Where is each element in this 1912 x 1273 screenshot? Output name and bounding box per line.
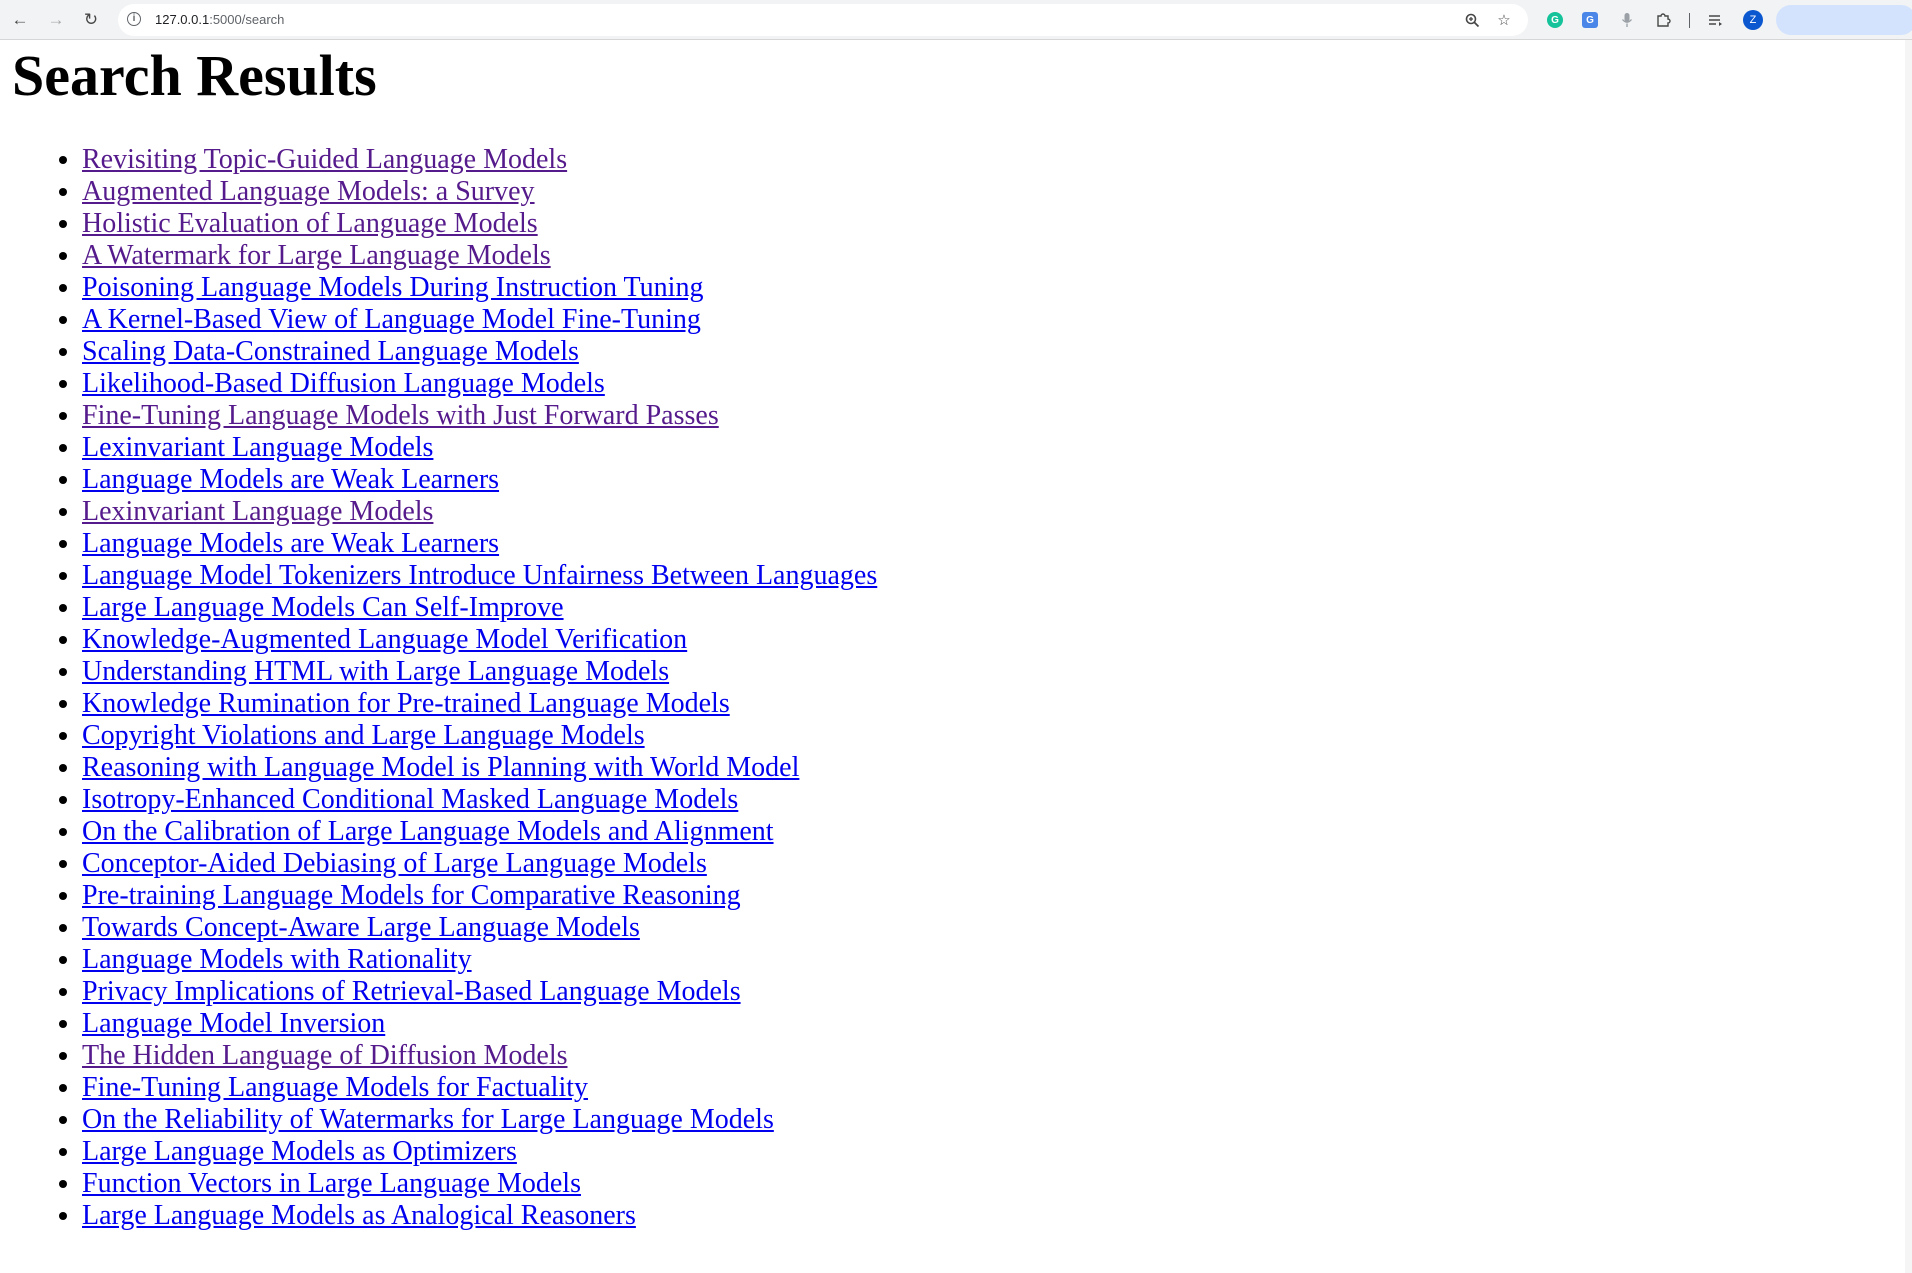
puzzle-icon[interactable] <box>1652 9 1674 31</box>
avatar[interactable]: Z <box>1743 10 1763 30</box>
arrow-right-icon: → <box>47 9 65 29</box>
result-link[interactable]: Knowledge-Augmented Language Model Verif… <box>82 624 687 655</box>
list-item: Reasoning with Language Model is Plannin… <box>82 752 877 784</box>
result-link[interactable]: Fine-Tuning Language Models with Just Fo… <box>82 400 719 431</box>
results-list: Revisiting Topic-Guided Language ModelsA… <box>0 144 877 1232</box>
result-link[interactable]: Knowledge Rumination for Pre-trained Lan… <box>82 688 730 719</box>
result-link[interactable]: Understanding HTML with Large Language M… <box>82 656 669 687</box>
list-item: Towards Concept-Aware Large Language Mod… <box>82 912 877 944</box>
page-title: Search Results <box>12 43 377 108</box>
result-link[interactable]: The Hidden Language of Diffusion Models <box>82 1040 568 1071</box>
list-item: A Kernel-Based View of Language Model Fi… <box>82 304 877 336</box>
profile-pill[interactable] <box>1776 5 1912 35</box>
list-item: Lexinvariant Language Models <box>82 496 877 528</box>
back-button[interactable]: ← <box>7 6 33 32</box>
list-item: Understanding HTML with Large Language M… <box>82 656 877 688</box>
list-item: Isotropy-Enhanced Conditional Masked Lan… <box>82 784 877 816</box>
reload-button[interactable]: ↻ <box>78 6 104 32</box>
list-item: Knowledge Rumination for Pre-trained Lan… <box>82 688 877 720</box>
result-link[interactable]: Function Vectors in Large Language Model… <box>82 1168 581 1199</box>
list-item: Fine-Tuning Language Models for Factuali… <box>82 1072 877 1104</box>
list-item: Large Language Models as Optimizers <box>82 1136 877 1168</box>
list-item: A Watermark for Large Language Models <box>82 240 877 272</box>
list-item: Holistic Evaluation of Language Models <box>82 208 877 240</box>
toolbar-divider <box>1689 13 1690 28</box>
result-link[interactable]: Towards Concept-Aware Large Language Mod… <box>82 912 640 943</box>
list-item: Copyright Violations and Large Language … <box>82 720 877 752</box>
result-link[interactable]: Likelihood-Based Diffusion Language Mode… <box>82 368 605 399</box>
list-item: The Hidden Language of Diffusion Models <box>82 1040 877 1072</box>
list-item: Poisoning Language Models During Instruc… <box>82 272 877 304</box>
result-link[interactable]: Large Language Models as Optimizers <box>82 1136 517 1167</box>
result-link[interactable]: Lexinvariant Language Models <box>82 432 433 463</box>
list-item: Language Model Tokenizers Introduce Unfa… <box>82 560 877 592</box>
microphone-icon[interactable] <box>1616 9 1638 31</box>
list-item: Conceptor-Aided Debiasing of Large Langu… <box>82 848 877 880</box>
result-link[interactable]: Lexinvariant Language Models <box>82 496 433 527</box>
result-link[interactable]: Language Models are Weak Learners <box>82 528 499 559</box>
list-item: Privacy Implications of Retrieval-Based … <box>82 976 877 1008</box>
url-host: 127.0.0.1 <box>155 12 210 27</box>
list-item: Lexinvariant Language Models <box>82 432 877 464</box>
result-link[interactable]: Isotropy-Enhanced Conditional Masked Lan… <box>82 784 738 815</box>
list-item: Revisiting Topic-Guided Language Models <box>82 144 877 176</box>
list-item: Language Models are Weak Learners <box>82 464 877 496</box>
result-link[interactable]: Fine-Tuning Language Models for Factuali… <box>82 1072 588 1103</box>
list-item: Language Model Inversion <box>82 1008 877 1040</box>
list-item: Knowledge-Augmented Language Model Verif… <box>82 624 877 656</box>
list-item: Language Models with Rationality <box>82 944 877 976</box>
arrow-left-icon: ← <box>11 9 29 29</box>
result-link[interactable]: A Kernel-Based View of Language Model Fi… <box>82 304 701 335</box>
list-item: On the Reliability of Watermarks for Lar… <box>82 1104 877 1136</box>
list-item: Fine-Tuning Language Models with Just Fo… <box>82 400 877 432</box>
info-icon[interactable]: i <box>127 12 141 26</box>
list-item: Pre-training Language Models for Compara… <box>82 880 877 912</box>
result-link[interactable]: Language Model Inversion <box>82 1008 385 1039</box>
list-item: Function Vectors in Large Language Model… <box>82 1168 877 1200</box>
list-item: Large Language Models Can Self-Improve <box>82 592 877 624</box>
result-link[interactable]: Copyright Violations and Large Language … <box>82 720 645 751</box>
result-link[interactable]: Large Language Models Can Self-Improve <box>82 592 564 623</box>
tab-list-icon[interactable] <box>1705 9 1727 31</box>
result-link[interactable]: Poisoning Language Models During Instruc… <box>82 272 703 303</box>
result-link[interactable]: Language Models with Rationality <box>82 944 472 975</box>
result-link[interactable]: Conceptor-Aided Debiasing of Large Langu… <box>82 848 707 879</box>
result-link[interactable]: Pre-training Language Models for Compara… <box>82 880 741 911</box>
zoom-icon[interactable] <box>1462 10 1482 30</box>
star-icon[interactable]: ☆ <box>1494 10 1514 30</box>
forward-button[interactable]: → <box>43 6 69 32</box>
result-link[interactable]: Augmented Language Models: a Survey <box>82 176 535 207</box>
scrollbar[interactable] <box>1905 40 1912 1273</box>
grammarly-icon[interactable]: G <box>1547 12 1563 28</box>
result-link[interactable]: Large Language Models as Analogical Reas… <box>82 1200 636 1231</box>
list-item: Scaling Data-Constrained Language Models <box>82 336 877 368</box>
result-link[interactable]: Language Models are Weak Learners <box>82 464 499 495</box>
list-item: On the Calibration of Large Language Mod… <box>82 816 877 848</box>
list-item: Large Language Models as Analogical Reas… <box>82 1200 877 1232</box>
translate-icon[interactable]: G <box>1582 12 1598 28</box>
list-item: Likelihood-Based Diffusion Language Mode… <box>82 368 877 400</box>
result-link[interactable]: Language Model Tokenizers Introduce Unfa… <box>82 560 877 591</box>
reload-icon: ↻ <box>83 9 99 29</box>
result-link[interactable]: Reasoning with Language Model is Plannin… <box>82 752 799 783</box>
browser-toolbar: ← → ↻ i 127.0.0.1:5000/search ☆ G G Z <box>0 0 1912 40</box>
address-bar[interactable]: i 127.0.0.1:5000/search ☆ <box>118 4 1528 36</box>
result-link[interactable]: On the Calibration of Large Language Mod… <box>82 816 774 847</box>
result-link[interactable]: Privacy Implications of Retrieval-Based … <box>82 976 741 1007</box>
result-link[interactable]: A Watermark for Large Language Models <box>82 240 551 271</box>
result-link[interactable]: On the Reliability of Watermarks for Lar… <box>82 1104 774 1135</box>
result-link[interactable]: Scaling Data-Constrained Language Models <box>82 336 579 367</box>
result-link[interactable]: Revisiting Topic-Guided Language Models <box>82 144 567 175</box>
url-text[interactable]: 127.0.0.1:5000/search <box>155 12 284 27</box>
result-link[interactable]: Holistic Evaluation of Language Models <box>82 208 538 239</box>
list-item: Augmented Language Models: a Survey <box>82 176 877 208</box>
list-item: Language Models are Weak Learners <box>82 528 877 560</box>
url-path: :5000/search <box>209 12 285 27</box>
